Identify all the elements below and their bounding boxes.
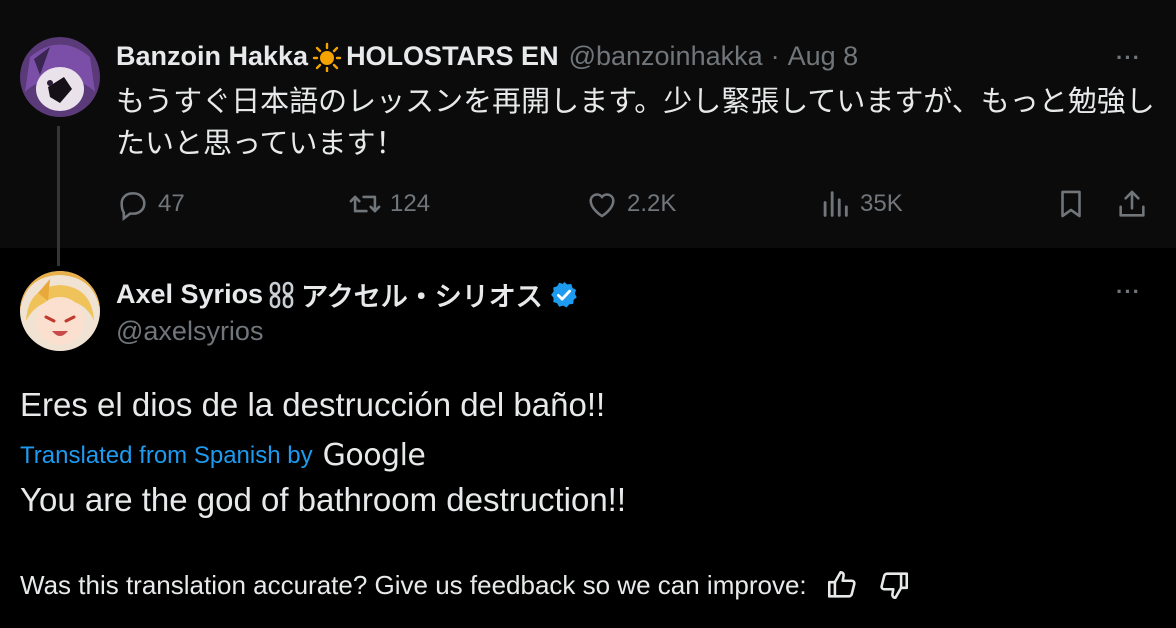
- repost-count: 124: [390, 190, 431, 217]
- thumbs-down-icon: [879, 572, 908, 600]
- share-icon: [1119, 190, 1145, 217]
- views-icon: [823, 191, 848, 217]
- share-button[interactable]: [1115, 187, 1149, 221]
- reply-author-name[interactable]: Axel Syrios: [116, 279, 263, 310]
- tweet-text: もうすぐ日本語のレッスンを再開します。少し緊張していますが、もっと勉強したいと思…: [116, 84, 1155, 160]
- author-name[interactable]: Banzoin Hakka: [116, 41, 308, 72]
- views-count: 35K: [860, 190, 903, 217]
- reply-original-text: Eres el dios de la destrucción del baño!…: [20, 386, 606, 423]
- repost-button[interactable]: 124: [348, 187, 430, 221]
- like-button[interactable]: 2.2K: [585, 187, 676, 221]
- translated-from-label[interactable]: Translated from Spanish by: [20, 442, 313, 470]
- bookmark-button[interactable]: [1054, 187, 1088, 221]
- chain-emoji-icon: [267, 280, 297, 310]
- like-count: 2.2K: [627, 190, 677, 217]
- avatar-axel[interactable]: [20, 271, 100, 351]
- parent-tweet[interactable]: Banzoin Hakka HOLOSTARS EN @banzoinhakka…: [0, 0, 1176, 266]
- thumbs-up-button[interactable]: [825, 568, 859, 602]
- google-logo: Google: [322, 438, 426, 473]
- tweet-date[interactable]: Aug 8: [788, 41, 859, 72]
- reply-author-name-jp[interactable]: アクセル・シリオス: [301, 275, 543, 314]
- repost-icon: [349, 195, 381, 213]
- author-handle[interactable]: @banzoinhakka: [569, 41, 763, 72]
- feedback-prompt: Was this translation accurate? Give us f…: [20, 569, 807, 600]
- translation-attribution: Translated from Spanish by Google: [20, 438, 426, 473]
- sun-emoji-icon: [312, 42, 342, 72]
- more-options-button[interactable]: ···: [1116, 45, 1141, 71]
- reply-translated-text: You are the god of bathroom destruction!…: [20, 481, 627, 518]
- verified-badge-icon: [549, 280, 579, 310]
- reply-count: 47: [158, 190, 185, 217]
- reply-author-handle[interactable]: @axelsyrios: [116, 316, 263, 347]
- bookmark-icon: [1061, 190, 1081, 218]
- thumbs-up-icon: [827, 570, 856, 598]
- reply-icon: [120, 192, 146, 221]
- meta-separator: ·: [770, 41, 780, 71]
- reply-more-options-button[interactable]: ···: [1116, 279, 1141, 305]
- author-org[interactable]: HOLOSTARS EN: [346, 41, 559, 72]
- thread-connector-line: [57, 126, 60, 266]
- reply-button[interactable]: 47: [116, 187, 185, 221]
- avatar-banzoin[interactable]: [20, 37, 100, 117]
- translation-feedback: Was this translation accurate? Give us f…: [20, 568, 911, 602]
- thumbs-down-button[interactable]: [877, 568, 911, 602]
- views-button[interactable]: 35K: [818, 187, 903, 221]
- like-icon: [589, 193, 615, 218]
